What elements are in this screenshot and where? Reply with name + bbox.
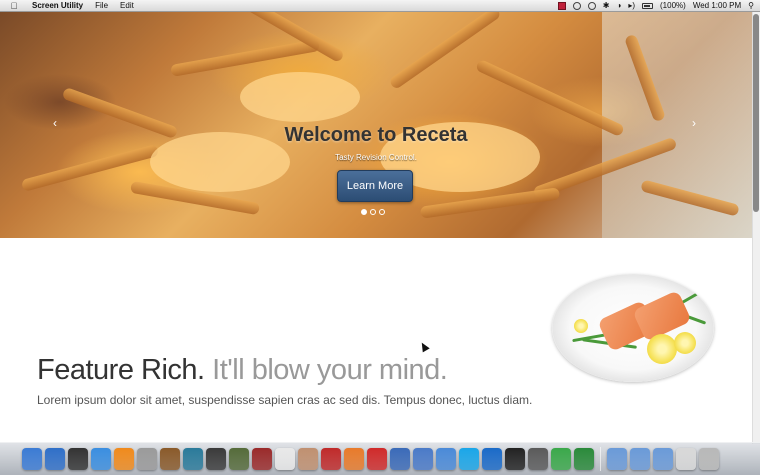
hero-subtitle: Tasty Revision Control. bbox=[335, 153, 417, 162]
spotlight-search-icon[interactable]: ⚲ bbox=[748, 1, 754, 10]
carousel-indicators bbox=[361, 209, 385, 215]
battery-percent: (100%) bbox=[660, 1, 686, 10]
sync-icon[interactable] bbox=[572, 1, 581, 10]
finder-icon[interactable] bbox=[22, 448, 42, 470]
status-app-icon[interactable] bbox=[557, 1, 566, 10]
xcode-icon[interactable] bbox=[390, 448, 410, 470]
hero-carousel: ‹ › Welcome to Receta Tasty Revision Con… bbox=[0, 12, 752, 238]
garageband-icon[interactable] bbox=[160, 448, 180, 470]
apple-menu-icon[interactable]:  bbox=[6, 1, 22, 11]
photo-booth-icon[interactable] bbox=[206, 448, 226, 470]
trash-icon[interactable] bbox=[699, 448, 719, 470]
gear-icon[interactable] bbox=[367, 448, 387, 470]
time-machine-status-icon[interactable] bbox=[587, 1, 596, 10]
preview-icon[interactable] bbox=[137, 448, 157, 470]
downloads-folder-icon[interactable] bbox=[653, 448, 673, 470]
dock bbox=[0, 442, 760, 475]
folder-icon[interactable] bbox=[436, 448, 456, 470]
carousel-dot-1[interactable] bbox=[361, 209, 367, 215]
feature-headline-strong: Feature Rich. bbox=[37, 354, 205, 386]
feature-description: Lorem ipsum dolor sit amet, suspendisse … bbox=[37, 393, 533, 407]
applications-folder-icon[interactable] bbox=[607, 448, 627, 470]
carousel-dot-3[interactable] bbox=[379, 209, 385, 215]
notes-icon[interactable] bbox=[298, 448, 318, 470]
dock-separator bbox=[600, 447, 601, 471]
feature-headline: Feature Rich. It'll blow your mind. bbox=[37, 354, 448, 387]
app-store-icon[interactable] bbox=[45, 448, 65, 470]
skype-icon[interactable] bbox=[459, 448, 479, 470]
salmon-dish-image bbox=[552, 274, 714, 382]
chess-icon[interactable] bbox=[229, 448, 249, 470]
color-picker-icon[interactable] bbox=[574, 448, 594, 470]
mouse-cursor-icon bbox=[418, 340, 430, 353]
feature-headline-muted: It'll blow your mind. bbox=[212, 354, 448, 386]
scrollbar-thumb[interactable] bbox=[753, 14, 759, 212]
learn-more-button[interactable]: Learn More bbox=[337, 170, 413, 202]
menu-file[interactable]: File bbox=[95, 1, 108, 10]
dictionary-icon[interactable] bbox=[252, 448, 272, 470]
console-icon[interactable] bbox=[528, 448, 548, 470]
chrome-icon[interactable] bbox=[551, 448, 571, 470]
stack-icon[interactable] bbox=[676, 448, 696, 470]
carousel-dot-2[interactable] bbox=[370, 209, 376, 215]
menu-edit[interactable]: Edit bbox=[120, 1, 134, 10]
dashboard-icon[interactable] bbox=[68, 448, 88, 470]
calendar-icon[interactable] bbox=[275, 448, 295, 470]
menu-bar:  Screen Utility File Edit ✱ ◑ ▸) (100%)… bbox=[0, 0, 760, 12]
time-machine-icon[interactable] bbox=[183, 448, 203, 470]
app-name-menu[interactable]: Screen Utility bbox=[32, 1, 83, 10]
pen-icon[interactable] bbox=[413, 448, 433, 470]
safari-icon[interactable] bbox=[91, 448, 111, 470]
volume-icon[interactable]: ▸) bbox=[628, 1, 635, 10]
documents-folder-icon[interactable] bbox=[630, 448, 650, 470]
wifi-icon[interactable]: ◑ bbox=[616, 1, 621, 10]
clock[interactable]: Wed 1:00 PM bbox=[693, 1, 741, 10]
teamviewer-icon[interactable] bbox=[482, 448, 502, 470]
scissors-icon[interactable] bbox=[321, 448, 341, 470]
status-area: ✱ ◑ ▸) (100%) Wed 1:00 PM ⚲ bbox=[557, 1, 760, 10]
terminal-icon[interactable] bbox=[505, 448, 525, 470]
hero-title: Welcome to Receta bbox=[284, 124, 468, 146]
sublime-icon[interactable] bbox=[344, 448, 364, 470]
vlc-icon[interactable] bbox=[114, 448, 134, 470]
bluetooth-icon[interactable]: ✱ bbox=[603, 1, 610, 10]
battery-icon[interactable] bbox=[642, 2, 654, 9]
